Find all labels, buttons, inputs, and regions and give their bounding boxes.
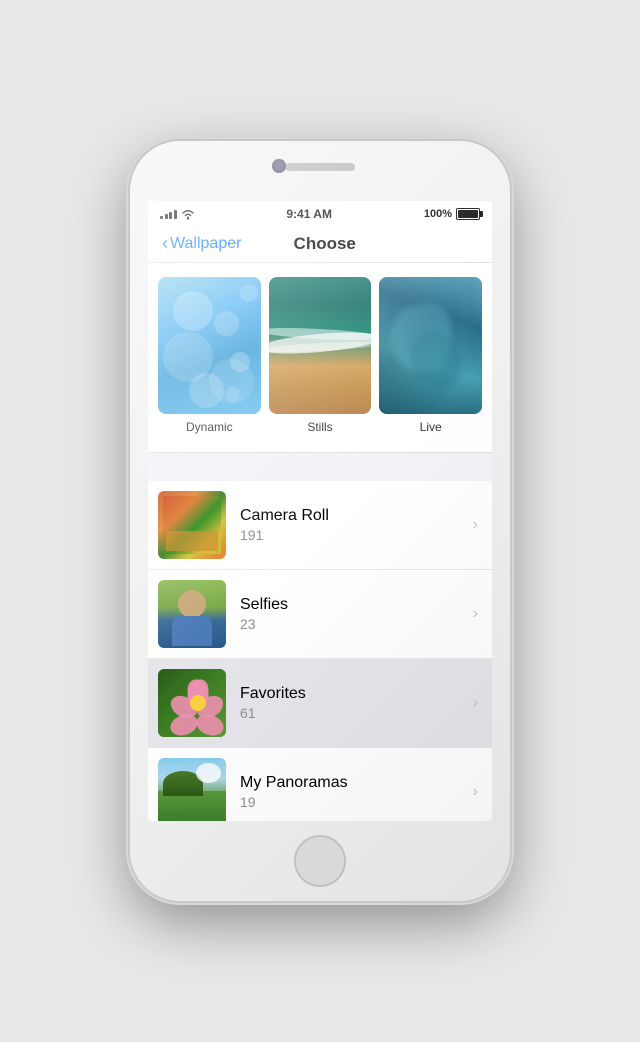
signal-bar-4 <box>174 210 177 219</box>
back-button[interactable]: ‹ Wallpaper <box>162 233 241 254</box>
speaker <box>285 163 355 171</box>
favorites-count: 61 <box>240 705 473 721</box>
battery-icon <box>456 208 480 220</box>
camera-roll-count: 191 <box>240 527 473 543</box>
panoramas-thumbnail <box>158 758 226 821</box>
selfies-chevron-icon: › <box>473 605 478 623</box>
album-list: Camera Roll 191 › Selfi <box>148 481 492 821</box>
dynamic-thumbnail <box>158 277 261 414</box>
camera-roll-title: Camera Roll <box>240 507 473 525</box>
back-label[interactable]: Wallpaper <box>170 235 241 253</box>
selfies-count: 23 <box>240 616 473 632</box>
wallpaper-types-grid: Dynamic Stills <box>158 277 482 434</box>
screen: 9:41 AM 100% ‹ Wallpaper Choose <box>148 201 492 821</box>
status-time: 9:41 AM <box>286 207 332 221</box>
selfies-thumbnail <box>158 580 226 648</box>
dynamic-label: Dynamic <box>186 420 233 434</box>
signal-bar-2 <box>165 214 168 219</box>
favorites-item[interactable]: Favorites 61 › <box>148 659 492 748</box>
panoramas-count: 19 <box>240 794 473 810</box>
dynamic-preview <box>158 277 261 414</box>
selfies-title: Selfies <box>240 596 473 614</box>
section-separator <box>148 453 492 481</box>
camera <box>272 159 286 173</box>
selfies-info: Selfies 23 <box>240 596 473 632</box>
favorites-title: Favorites <box>240 685 473 703</box>
panoramas-info: My Panoramas 19 <box>240 774 473 810</box>
stills-preview <box>269 277 372 414</box>
battery-fill <box>458 210 478 218</box>
panoramas-preview <box>158 758 226 821</box>
navigation-bar: ‹ Wallpaper Choose <box>148 225 492 263</box>
panoramas-item[interactable]: My Panoramas 19 › <box>148 748 492 821</box>
panoramas-chevron-icon: › <box>473 783 478 801</box>
wifi-icon <box>181 209 195 220</box>
favorites-info: Favorites 61 <box>240 685 473 721</box>
favorites-thumbnail <box>158 669 226 737</box>
camera-roll-preview <box>158 491 226 559</box>
phone-frame: 9:41 AM 100% ‹ Wallpaper Choose <box>130 141 510 901</box>
camera-roll-thumbnail <box>158 491 226 559</box>
favorites-preview <box>158 669 226 737</box>
signal-bar-3 <box>169 212 172 219</box>
camera-roll-info: Camera Roll 191 <box>240 507 473 543</box>
camera-roll-chevron-icon: › <box>473 516 478 534</box>
dynamic-wallpaper-item[interactable]: Dynamic <box>158 277 261 434</box>
live-thumbnail <box>379 277 482 414</box>
signal-bar-1 <box>160 216 163 219</box>
wallpaper-types-section: Dynamic Stills <box>148 263 492 453</box>
home-button[interactable] <box>294 835 346 887</box>
live-preview <box>379 277 482 414</box>
selfies-preview <box>158 580 226 648</box>
battery-percent: 100% <box>424 208 452 220</box>
status-left <box>160 209 195 220</box>
stills-thumbnail <box>269 277 372 414</box>
back-chevron-icon: ‹ <box>162 233 168 254</box>
favorites-chevron-icon: › <box>473 694 478 712</box>
content-area: Dynamic Stills <box>148 263 492 821</box>
status-right: 100% <box>424 208 480 220</box>
camera-roll-item[interactable]: Camera Roll 191 › <box>148 481 492 570</box>
panoramas-title: My Panoramas <box>240 774 473 792</box>
selfies-item[interactable]: Selfies 23 › <box>148 570 492 659</box>
status-bar: 9:41 AM 100% <box>148 201 492 225</box>
page-title: Choose <box>241 234 408 254</box>
live-label: Live <box>420 420 442 434</box>
signal-icon <box>160 210 177 219</box>
live-wallpaper-item[interactable]: Live <box>379 277 482 434</box>
stills-label: Stills <box>307 420 332 434</box>
stills-wallpaper-item[interactable]: Stills <box>269 277 372 434</box>
